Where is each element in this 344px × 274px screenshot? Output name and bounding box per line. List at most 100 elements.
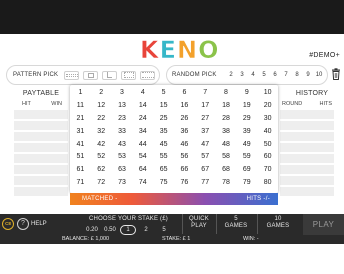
number-cell[interactable]: 31 — [70, 126, 91, 139]
number-cell[interactable]: 34 — [132, 126, 153, 139]
number-cell[interactable]: 2 — [91, 87, 112, 100]
number-cell[interactable]: 77 — [195, 177, 216, 190]
number-cell[interactable]: 25 — [153, 113, 174, 126]
number-cell[interactable]: 7 — [195, 87, 216, 100]
number-cell[interactable]: 49 — [236, 139, 257, 152]
number-cell[interactable]: 80 — [257, 177, 278, 190]
number-cell[interactable]: 76 — [174, 177, 195, 190]
number-cell[interactable]: 18 — [216, 100, 237, 113]
stake-option[interactable]: 0.20 — [84, 225, 100, 235]
number-cell[interactable]: 9 — [236, 87, 257, 100]
number-cell[interactable]: 4 — [132, 87, 153, 100]
number-cell[interactable]: 48 — [216, 139, 237, 152]
number-cell[interactable]: 59 — [236, 151, 257, 164]
number-cell[interactable]: 53 — [112, 151, 133, 164]
number-cell[interactable]: 39 — [236, 126, 257, 139]
number-cell[interactable]: 15 — [153, 100, 174, 113]
random-pick-3[interactable]: 3 — [237, 72, 248, 78]
help-icon[interactable]: ? — [17, 218, 29, 230]
five-games-button[interactable]: 5 GAMES — [219, 216, 253, 230]
number-cell[interactable]: 64 — [132, 164, 153, 177]
number-cell[interactable]: 63 — [112, 164, 133, 177]
pattern-1-icon[interactable] — [64, 70, 80, 80]
number-cell[interactable]: 22 — [91, 113, 112, 126]
number-cell[interactable]: 71 — [70, 177, 91, 190]
number-cell[interactable]: 20 — [257, 100, 278, 113]
number-cell[interactable]: 28 — [216, 113, 237, 126]
number-cell[interactable]: 23 — [112, 113, 133, 126]
stake-option[interactable]: 5 — [156, 225, 172, 235]
number-cell[interactable]: 67 — [195, 164, 216, 177]
number-cell[interactable]: 14 — [132, 100, 153, 113]
random-pick-4[interactable]: 4 — [248, 72, 259, 78]
number-cell[interactable]: 27 — [195, 113, 216, 126]
number-cell[interactable]: 42 — [91, 139, 112, 152]
number-cell[interactable]: 29 — [236, 113, 257, 126]
number-cell[interactable]: 8 — [216, 87, 237, 100]
stake-option[interactable]: 2 — [138, 225, 154, 235]
stake-option[interactable]: 0.50 — [102, 225, 118, 235]
number-cell[interactable]: 1 — [70, 87, 91, 100]
number-cell[interactable]: 51 — [70, 151, 91, 164]
stake-option-selected[interactable]: 1 — [120, 225, 136, 235]
number-cell[interactable]: 73 — [112, 177, 133, 190]
number-cell[interactable]: 72 — [91, 177, 112, 190]
number-cell[interactable]: 21 — [70, 113, 91, 126]
number-cell[interactable]: 65 — [153, 164, 174, 177]
random-pick-2[interactable]: 2 — [226, 72, 237, 78]
number-cell[interactable]: 36 — [174, 126, 195, 139]
number-cell[interactable]: 44 — [132, 139, 153, 152]
number-cell[interactable]: 17 — [195, 100, 216, 113]
play-button[interactable]: PLAY — [303, 214, 344, 235]
number-cell[interactable]: 47 — [195, 139, 216, 152]
number-cell[interactable]: 68 — [216, 164, 237, 177]
number-cell[interactable]: 50 — [257, 139, 278, 152]
number-cell[interactable]: 43 — [112, 139, 133, 152]
pattern-2-icon[interactable] — [83, 70, 99, 80]
number-cell[interactable]: 56 — [174, 151, 195, 164]
pattern-3-icon[interactable] — [102, 70, 118, 80]
number-cell[interactable]: 57 — [195, 151, 216, 164]
number-cell[interactable]: 79 — [236, 177, 257, 190]
random-pick-5[interactable]: 5 — [259, 72, 270, 78]
number-cell[interactable]: 32 — [91, 126, 112, 139]
number-cell[interactable]: 5 — [153, 87, 174, 100]
c8-icon[interactable]: C8 — [2, 218, 14, 230]
quick-play-button[interactable]: QUICK PLAY — [184, 216, 214, 230]
number-cell[interactable]: 3 — [112, 87, 133, 100]
number-cell[interactable]: 41 — [70, 139, 91, 152]
pattern-5-icon[interactable] — [140, 70, 156, 80]
number-cell[interactable]: 69 — [236, 164, 257, 177]
number-cell[interactable]: 24 — [132, 113, 153, 126]
number-cell[interactable]: 52 — [91, 151, 112, 164]
number-cell[interactable]: 12 — [91, 100, 112, 113]
number-cell[interactable]: 61 — [70, 164, 91, 177]
trash-icon[interactable] — [331, 68, 341, 80]
number-cell[interactable]: 37 — [195, 126, 216, 139]
number-cell[interactable]: 35 — [153, 126, 174, 139]
number-cell[interactable]: 60 — [257, 151, 278, 164]
number-cell[interactable]: 46 — [174, 139, 195, 152]
random-pick-9[interactable]: 9 — [303, 72, 314, 78]
pattern-4-icon[interactable] — [121, 70, 137, 80]
number-cell[interactable]: 33 — [112, 126, 133, 139]
number-cell[interactable]: 6 — [174, 87, 195, 100]
ten-games-button[interactable]: 10 GAMES — [261, 216, 295, 230]
number-cell[interactable]: 13 — [112, 100, 133, 113]
number-cell[interactable]: 19 — [236, 100, 257, 113]
random-pick-7[interactable]: 7 — [281, 72, 292, 78]
number-cell[interactable]: 78 — [216, 177, 237, 190]
number-cell[interactable]: 58 — [216, 151, 237, 164]
number-cell[interactable]: 66 — [174, 164, 195, 177]
number-cell[interactable]: 70 — [257, 164, 278, 177]
number-cell[interactable]: 26 — [174, 113, 195, 126]
help-button[interactable]: HELP — [31, 221, 47, 227]
number-cell[interactable]: 38 — [216, 126, 237, 139]
number-cell[interactable]: 11 — [70, 100, 91, 113]
number-cell[interactable]: 16 — [174, 100, 195, 113]
random-pick-6[interactable]: 6 — [270, 72, 281, 78]
number-cell[interactable]: 10 — [257, 87, 278, 100]
number-cell[interactable]: 45 — [153, 139, 174, 152]
number-cell[interactable]: 75 — [153, 177, 174, 190]
number-cell[interactable]: 62 — [91, 164, 112, 177]
